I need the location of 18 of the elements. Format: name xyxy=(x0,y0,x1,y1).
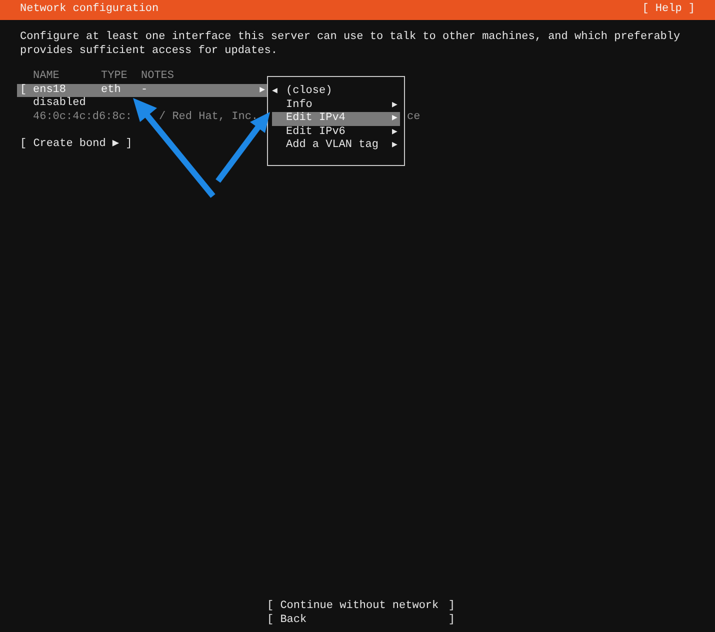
screen-title: Network configuration xyxy=(20,3,159,17)
intro-text: Configure at least one interface this server can use to talk to other machines, and which preferably provides sufficient access for updates. xyxy=(20,31,682,58)
create-bond-button[interactable]: [ Create bond ▶ ] xyxy=(20,138,132,151)
description-text: ce xyxy=(407,110,420,124)
vendor-text: / Red Hat, Inc. xyxy=(159,110,258,124)
action-button[interactable]: [ Continue without network ] xyxy=(267,600,455,614)
action-button[interactable]: [ Back ] xyxy=(267,614,455,627)
column-header: TYPE xyxy=(101,70,128,84)
interface-row[interactable]: [ ens18 eth - ▶ xyxy=(17,84,267,97)
column-header: NAME xyxy=(33,70,60,84)
menu-item[interactable]: Edit IPv4 ▶ xyxy=(272,112,400,126)
interface-status: disabled xyxy=(33,97,86,110)
menu-item[interactable]: Info ▶ xyxy=(272,98,400,112)
mac-address: 46:0c:4c:d6:8c: xyxy=(33,110,132,124)
column-header: NOTES xyxy=(141,70,174,84)
menu-item[interactable]: Edit IPv6 ▶ xyxy=(272,126,400,139)
menu-item[interactable]: ◀ (close) xyxy=(272,85,400,98)
menu-item[interactable]: Add a VLAN tag ▶ xyxy=(272,139,400,152)
